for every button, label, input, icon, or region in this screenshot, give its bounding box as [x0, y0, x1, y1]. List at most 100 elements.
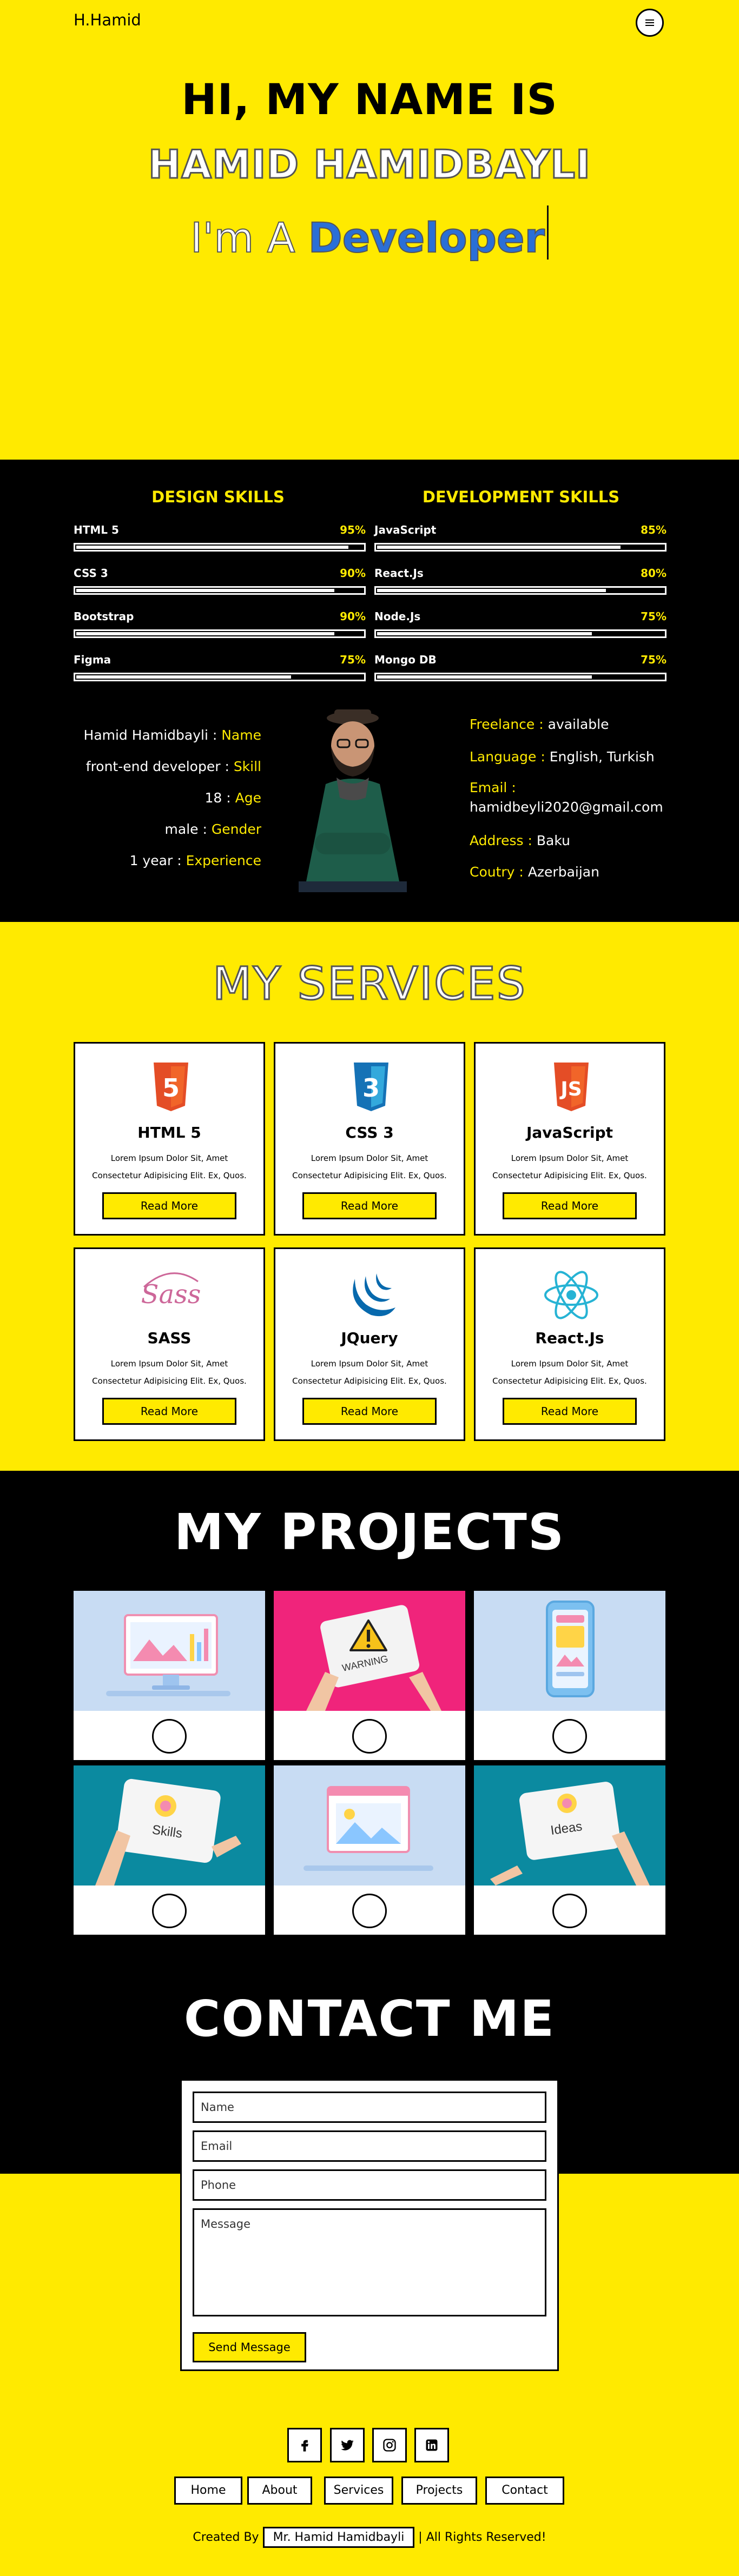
instagram-icon [383, 2439, 396, 2452]
skill-bar-fill [76, 589, 334, 592]
typing-caret [547, 205, 549, 260]
site-logo[interactable]: H.Hamid [74, 11, 141, 29]
footer-link-contact[interactable]: Contact [485, 2477, 564, 2505]
project-info-button[interactable]: i [352, 1719, 387, 1754]
instagram-button[interactable] [372, 2428, 407, 2462]
phone-field[interactable]: Phone [193, 2169, 546, 2201]
project-info-button[interactable]: i [152, 1719, 187, 1754]
skill-percent: 75% [340, 653, 366, 666]
info-value: 18 : [204, 790, 235, 806]
info-key: Gender [211, 821, 261, 837]
skill-name: Node.Js [374, 610, 421, 623]
info-value: available [547, 716, 609, 732]
credit-suffix: | All Rights Reserved! [414, 2531, 546, 2544]
svg-text:JS: JS [559, 1078, 582, 1100]
linkedin-icon [426, 2439, 438, 2451]
hero-name: HAMID HAMIDBAYLI [148, 141, 591, 188]
skill-percent: 90% [340, 610, 366, 623]
projects-section: MY PROJECTS i WARNING i i Skills i i Ide… [0, 1471, 739, 2174]
info-key: Name [221, 727, 261, 743]
svg-text:3: 3 [362, 1073, 380, 1103]
profile-info-row: male : Gender [165, 821, 261, 837]
info-value: 1 year : [129, 853, 186, 868]
react-icon [544, 1271, 598, 1319]
skill-bar-fill [76, 675, 291, 679]
read-more-button[interactable]: Read More [503, 1192, 637, 1219]
sass-icon: Sass [141, 1272, 201, 1310]
info-key: Freelance [470, 716, 535, 732]
service-title: JavaScript [526, 1124, 613, 1141]
linkedin-button[interactable] [414, 2428, 449, 2462]
facebook-icon [301, 2440, 308, 2452]
twitter-icon [341, 2440, 354, 2451]
footer-link-home[interactable]: Home [174, 2477, 242, 2505]
hero-greeting: HI, MY NAME IS [181, 76, 558, 124]
design-skills-title: DESIGN SKILLS [151, 488, 285, 506]
skill-percent: 75% [641, 653, 667, 666]
service-title: CSS 3 [345, 1124, 394, 1141]
read-more-button[interactable]: Read More [102, 1398, 236, 1425]
skill-bar-fill [76, 546, 349, 549]
skill-bar-fill [377, 632, 592, 635]
project-image-gallery [274, 1765, 465, 1885]
skill-percent: 85% [641, 523, 667, 536]
project-info-button[interactable]: i [152, 1894, 187, 1928]
read-more-button[interactable]: Read More [102, 1192, 236, 1219]
name-field[interactable]: Name [193, 2092, 546, 2123]
project-card: Ideas i [474, 1765, 665, 1935]
info-key: Skill [233, 759, 261, 774]
read-more-button[interactable]: Read More [302, 1192, 437, 1219]
credit-prefix: Created By [193, 2531, 263, 2544]
info-value: front-end developer : [85, 759, 234, 774]
read-more-button[interactable]: Read More [503, 1398, 637, 1425]
project-card: WARNING i [274, 1591, 465, 1760]
skill-name: JavaScript [374, 523, 437, 536]
service-description: Lorem Ipsum Dolor Sit, Amet Consectetur … [492, 1153, 647, 1180]
contact-info-row: Freelance : available [470, 716, 609, 732]
service-card: JQuery Lorem Ipsum Dolor Sit, Amet Consec… [274, 1247, 465, 1441]
hamburger-icon [645, 19, 654, 26]
services-title: MY SERVICES [212, 957, 526, 1011]
service-card: 3 CSS 3 Lorem Ipsum Dolor Sit, Amet Consec… [274, 1042, 465, 1236]
info-key: Language [470, 749, 537, 765]
service-title: JQuery [341, 1329, 398, 1347]
project-image-mobile [474, 1591, 665, 1711]
skill-bar-fill [377, 589, 606, 592]
info-value: Hamid Hamidbayli : [83, 727, 222, 743]
project-card: Skills i [74, 1765, 265, 1935]
footer-link-about[interactable]: About [247, 2477, 312, 2505]
info-value: Azerbaijan [527, 864, 599, 880]
service-title: HTML 5 [137, 1124, 201, 1141]
twitter-button[interactable] [330, 2428, 365, 2462]
skill-percent: 90% [340, 567, 366, 580]
message-field[interactable]: Message [193, 2208, 546, 2316]
send-message-button[interactable]: Send Message [193, 2332, 306, 2362]
footer-link-projects[interactable]: Projects [401, 2477, 477, 2505]
profile-info-row: front-end developer : Skill [86, 759, 261, 774]
email-field[interactable]: Email [193, 2130, 546, 2162]
info-value: English, Turkish [549, 749, 655, 765]
skill-bar [374, 543, 667, 552]
skill-name: Mongo DB [374, 653, 437, 666]
service-title: SASS [147, 1329, 192, 1347]
profile-info-row: 1 year : Experience [130, 853, 261, 868]
service-description: Lorem Ipsum Dolor Sit, Amet Consectetur … [92, 1359, 247, 1386]
javascript-icon: JS [554, 1063, 589, 1111]
service-card: React.Js Lorem Ipsum Dolor Sit, Amet Cons… [474, 1247, 665, 1441]
skill-percent: 95% [340, 523, 366, 536]
info-key: Age [235, 790, 261, 806]
skill-bar [74, 586, 366, 595]
project-info-button[interactable]: i [552, 1894, 587, 1928]
skill-name: React.Js [374, 567, 424, 580]
about-section: DESIGN SKILLS DEVELOPMENT SKILLS HTML 5 9… [0, 460, 739, 922]
read-more-button[interactable]: Read More [302, 1398, 437, 1425]
skill-percent: 80% [641, 567, 667, 580]
facebook-button[interactable] [287, 2428, 322, 2462]
project-info-button[interactable]: i [552, 1719, 587, 1754]
menu-button[interactable] [636, 9, 664, 37]
top-navbar: H.Hamid [0, 0, 739, 43]
project-info-button[interactable]: i [352, 1894, 387, 1928]
skill-bar [374, 673, 667, 681]
credit-author[interactable]: Mr. Hamid Hamidbayli [262, 2527, 415, 2548]
footer-link-services[interactable]: Services [324, 2477, 393, 2505]
